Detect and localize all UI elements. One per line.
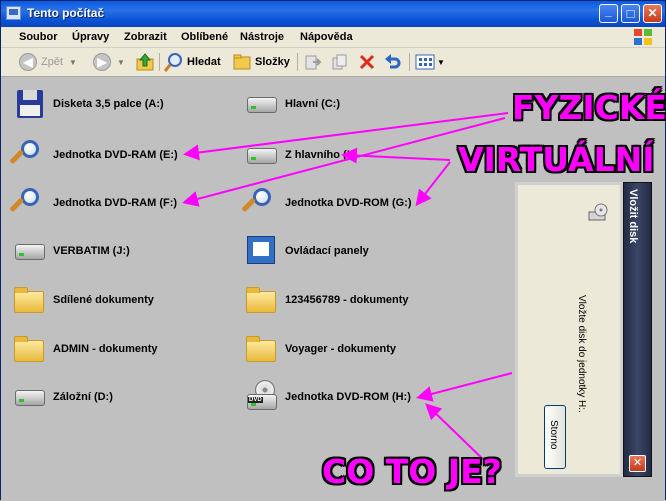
menu-oblibene[interactable]: Oblíbené xyxy=(181,31,228,43)
undo-button[interactable] xyxy=(384,51,402,73)
drive-label: Jednotka DVD-ROM (G:) xyxy=(285,197,412,209)
folder-123456789[interactable]: 123456789 - dokumenty xyxy=(243,283,409,317)
drive-dvdram-e[interactable]: Jednotka DVD-RAM (E:) xyxy=(9,138,178,172)
folder-label: Sdílené dokumenty xyxy=(53,294,154,306)
folder-icon xyxy=(11,332,47,366)
control-panel[interactable]: Ovládací panely xyxy=(243,234,369,268)
search-label: Hledat xyxy=(187,56,221,68)
drive-label: Disketa 3,5 palce (A:) xyxy=(53,98,164,110)
up-folder-button[interactable] xyxy=(135,51,155,73)
annotation-virtual: VIRTUÁLNÍ xyxy=(458,140,655,179)
toolbar-separator xyxy=(159,53,160,71)
hard-drive-icon xyxy=(243,87,279,121)
forward-dropdown-icon[interactable]: ▼ xyxy=(117,58,125,67)
menu-upravy[interactable]: Úpravy xyxy=(72,31,109,43)
copy-to-icon xyxy=(332,54,347,70)
control-panel-icon xyxy=(243,234,279,268)
move-to-icon xyxy=(305,55,322,70)
menu-zobrazit[interactable]: Zobrazit xyxy=(124,31,167,43)
annotation-question: CO TO JE? xyxy=(322,452,502,491)
magnifier-drive-icon xyxy=(241,186,279,220)
back-label: Zpět xyxy=(41,56,64,68)
toolbar-separator xyxy=(297,53,298,71)
floppy-drive-icon xyxy=(11,87,47,121)
drive-label: VERBATIM (J:) xyxy=(53,245,130,257)
window-title: Tento počítač xyxy=(27,6,105,20)
forward-button[interactable]: ▶ ▼ xyxy=(93,51,125,73)
minimize-button[interactable] xyxy=(599,4,618,23)
my-computer-icon xyxy=(6,6,21,20)
move-to-button[interactable] xyxy=(304,51,322,73)
views-icon xyxy=(415,54,435,70)
back-button[interactable]: ◀ Zpět ▼ xyxy=(19,51,77,73)
drive-dvdrom-h[interactable]: DVD Jednotka DVD-ROM (H:) xyxy=(243,380,411,414)
hard-drive-icon xyxy=(243,138,279,172)
drive-label: Hlavní (C:) xyxy=(285,98,340,110)
drive-dvdram-f[interactable]: Jednotka DVD-RAM (F:) xyxy=(9,186,178,220)
folder-voyager[interactable]: Voyager - dokumenty xyxy=(243,332,396,366)
drive-dvdrom-g[interactable]: Jednotka DVD-ROM (G:) xyxy=(241,186,412,220)
drive-label: Jednotka DVD-ROM (H:) xyxy=(285,391,411,403)
views-button[interactable]: ▼ xyxy=(415,51,445,73)
item-label: Ovládací panely xyxy=(285,245,369,257)
up-folder-icon xyxy=(136,53,154,71)
drive-label: Z hlavního (I:) xyxy=(285,149,358,161)
dialog-message: Vložte disk do jednotky H:. xyxy=(576,295,587,413)
title-bar[interactable]: Tento počítač xyxy=(1,1,665,27)
back-dropdown-icon[interactable]: ▼ xyxy=(69,58,77,67)
folder-icon xyxy=(11,283,47,317)
drive-zalozni-d[interactable]: Záložní (D:) xyxy=(11,380,113,414)
cd-drive-icon xyxy=(588,203,608,221)
drive-floppy-a[interactable]: Disketa 3,5 palce (A:) xyxy=(11,87,164,121)
toolbar-separator xyxy=(409,53,410,71)
folder-icon xyxy=(243,283,279,317)
forward-arrow-icon: ▶ xyxy=(93,53,111,71)
back-arrow-icon: ◀ xyxy=(19,53,37,71)
drive-hlavni-c[interactable]: Hlavní (C:) xyxy=(243,87,340,121)
toolbar: ◀ Zpět ▼ ▶ ▼ Hledat Složky ▼ xyxy=(1,48,665,77)
menu-soubor[interactable]: Soubor xyxy=(19,31,58,43)
folder-label: 123456789 - dokumenty xyxy=(285,294,409,306)
drive-z-hlavniho-i[interactable]: Z hlavního (I:) xyxy=(243,138,357,172)
undo-icon xyxy=(385,54,401,69)
folder-sdilene[interactable]: Sdílené dokumenty xyxy=(11,283,154,317)
menu-bar: Soubor Úpravy Zobrazit Oblíbené Nástroje… xyxy=(1,27,665,48)
search-icon xyxy=(164,53,182,72)
windows-logo-icon xyxy=(634,29,652,45)
drive-label: Jednotka DVD-RAM (F:) xyxy=(53,197,178,209)
menu-napoveda[interactable]: Nápověda xyxy=(300,31,353,43)
cancel-button[interactable]: Storno xyxy=(544,405,566,469)
drive-label: Záložní (D:) xyxy=(53,391,113,403)
magnifier-drive-icon xyxy=(9,186,47,220)
drive-verbatim-j[interactable]: VERBATIM (J:) xyxy=(11,234,130,268)
copy-to-button[interactable] xyxy=(331,51,349,73)
magnifier-drive-icon xyxy=(9,138,47,172)
delete-button[interactable] xyxy=(358,51,376,73)
views-dropdown-icon: ▼ xyxy=(437,57,445,67)
removable-drive-icon xyxy=(11,234,47,268)
maximize-button[interactable] xyxy=(621,4,640,23)
dvd-drive-icon: DVD xyxy=(243,380,279,414)
folders-button[interactable]: Složky xyxy=(232,51,290,73)
folder-icon xyxy=(243,332,279,366)
folders-label: Složky xyxy=(255,56,290,68)
search-button[interactable]: Hledat xyxy=(164,51,221,73)
insert-disk-dialog: Vložte disk do jednotky H:. Storno Vloži… xyxy=(515,182,660,477)
dialog-title: Vložit disk xyxy=(627,189,639,244)
dvd-badge: DVD xyxy=(248,397,263,403)
folder-admin[interactable]: ADMIN - dokumenty xyxy=(11,332,158,366)
menu-nastroje[interactable]: Nástroje xyxy=(240,31,284,43)
drive-label: Jednotka DVD-RAM (E:) xyxy=(53,149,178,161)
hard-drive-icon xyxy=(11,380,47,414)
close-button[interactable] xyxy=(643,4,662,23)
folder-label: ADMIN - dokumenty xyxy=(53,343,158,355)
delete-x-icon xyxy=(359,54,375,70)
dialog-body: Vložte disk do jednotky H:. Storno xyxy=(515,182,623,477)
annotation-physical: FYZICKÉ xyxy=(512,88,666,127)
dialog-title-bar[interactable]: Vložit disk ✕ xyxy=(623,182,652,477)
folders-icon xyxy=(233,54,251,70)
folder-label: Voyager - dokumenty xyxy=(285,343,397,355)
dialog-close-button[interactable]: ✕ xyxy=(629,455,646,472)
cancel-label: Storno xyxy=(548,420,559,450)
